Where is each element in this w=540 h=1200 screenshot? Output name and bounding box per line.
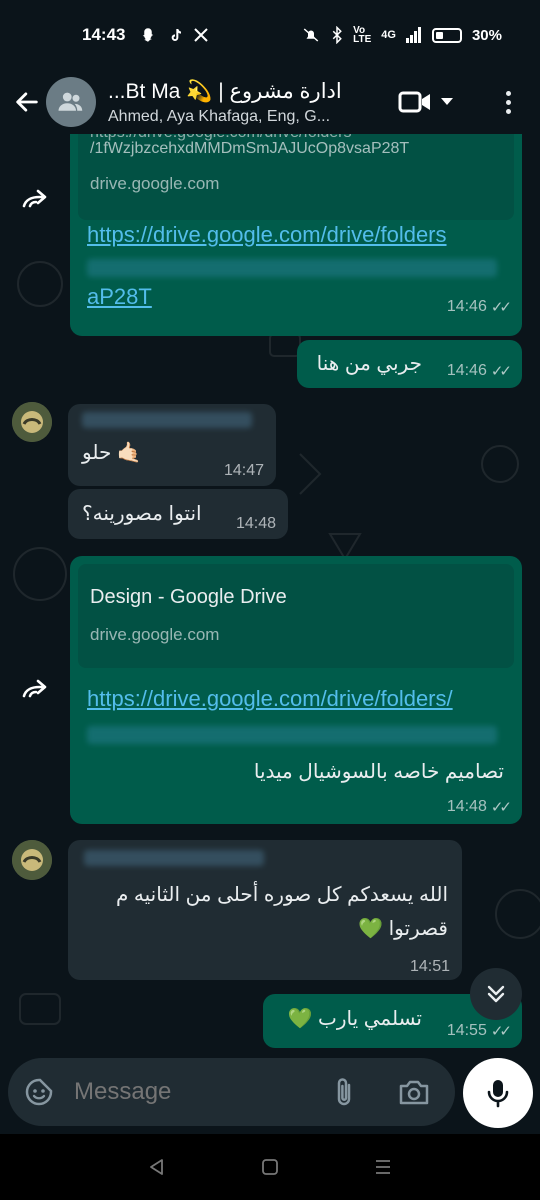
message-link[interactable]: https://drive.google.com/drive/folders/ <box>87 686 453 712</box>
message-meta: 14:46 ✓✓ <box>446 362 512 380</box>
tiktok-icon <box>172 29 182 41</box>
message-time: 14:51 <box>409 958 450 975</box>
chat-area[interactable]: https://drive.google.com/drive/folders /… <box>0 134 540 1058</box>
link-preview[interactable]: Design - Google Drive drive.google.com <box>78 564 514 668</box>
group-icon <box>58 92 83 111</box>
chat-info[interactable]: ادارة مشروع | 💫 Bt Ma... Ahmed, Aya Khaf… <box>108 79 378 126</box>
forward-button[interactable] <box>16 669 56 709</box>
preview-url-line: /1fWzjbzcehxdMMDmSmJAJUcOp8vsaP28T <box>90 140 410 157</box>
message-time: 14:48 <box>235 515 276 532</box>
mute-icon <box>303 28 319 42</box>
volte-icon: Vo LTE <box>353 25 372 45</box>
message-bubble-incoming[interactable]: الله يسعدكم كل صوره أحلى من الثانيه م قص… <box>68 840 462 980</box>
dot-icon <box>505 99 511 105</box>
message-text: تصاميم خاصه بالسوشيال ميديا <box>253 761 504 783</box>
message-meta: 14:55 ✓✓ <box>446 1022 512 1040</box>
nav-home-icon[interactable] <box>260 1157 280 1177</box>
network-type: 4G <box>381 29 396 41</box>
sender-avatar[interactable] <box>12 402 52 442</box>
message-meta: 14:47 <box>224 462 264 480</box>
message-meta: 14:48 ✓✓ <box>446 798 512 816</box>
message-text: الله يسعدكم كل صوره أحلى من الثانيه م قص… <box>115 884 448 940</box>
sender-name-blurred <box>84 850 264 866</box>
battery-percent: 30% <box>471 26 502 44</box>
message-link[interactable]: https://drive.google.com/drive/folders <box>87 222 447 248</box>
message-bubble-incoming[interactable]: حلو 🤙🏻 14:47 <box>68 404 276 486</box>
double-chevron-down-icon <box>487 985 505 1003</box>
battery-icon <box>431 27 462 43</box>
microphone-icon <box>487 1080 509 1108</box>
message-text: تسلمي يارب 💚 <box>287 1008 422 1030</box>
paperclip-icon <box>337 1078 351 1106</box>
message-text: انتوا مصورينه؟ <box>82 503 202 525</box>
camera-button[interactable] <box>394 1074 434 1110</box>
sticker-smiley-icon <box>25 1078 53 1106</box>
snapchat-icon <box>143 28 154 42</box>
status-time: 14:43 <box>82 25 126 44</box>
nav-recents-icon[interactable] <box>373 1157 393 1177</box>
forward-button[interactable] <box>16 179 56 219</box>
message-composer[interactable] <box>8 1058 455 1126</box>
preview-domain: drive.google.com <box>90 174 220 193</box>
preview-title: Design - Google Drive <box>90 586 287 608</box>
chat-title: ادارة مشروع | 💫 Bt Ma... <box>108 79 342 103</box>
group-avatar[interactable] <box>46 77 96 127</box>
preview-domain: drive.google.com <box>90 625 220 644</box>
forward-icon <box>22 189 47 208</box>
signal-icon <box>405 27 421 43</box>
sender-avatar[interactable] <box>12 840 52 880</box>
sender-name-blurred <box>82 412 252 428</box>
read-ticks-icon: ✓✓ <box>490 299 512 316</box>
dot-icon <box>505 108 511 114</box>
arrow-left-icon <box>16 92 38 112</box>
back-button[interactable] <box>4 79 50 125</box>
read-ticks-icon: ✓✓ <box>490 1023 512 1040</box>
message-bubble-outgoing[interactable]: https://drive.google.com/drive/folders /… <box>70 134 522 336</box>
message-text: حلو 🤙🏻 <box>82 442 142 464</box>
chat-header: ادارة مشروع | 💫 Bt Ma... Ahmed, Aya Khaf… <box>0 70 540 134</box>
message-bubble-outgoing[interactable]: Design - Google Drive drive.google.com h… <box>70 556 522 824</box>
blurred-link-text <box>87 726 497 744</box>
avatar-image-icon <box>12 840 52 880</box>
message-time: 14:46 <box>446 298 487 315</box>
emoji-button[interactable] <box>22 1075 56 1109</box>
forward-icon <box>22 679 47 698</box>
attach-button[interactable] <box>326 1074 362 1110</box>
message-text: جربي من هنا <box>316 353 422 375</box>
message-meta: 14:51 <box>410 958 450 976</box>
video-call-button[interactable] <box>398 89 454 115</box>
nav-back-icon[interactable] <box>147 1157 167 1177</box>
message-time: 14:46 <box>446 362 487 379</box>
chat-participants: Ahmed, Aya Khafaga, Eng, G... <box>108 107 331 125</box>
input-bar <box>0 1058 540 1134</box>
voice-record-button[interactable] <box>463 1058 533 1128</box>
status-app-icons <box>139 26 209 44</box>
more-options-button[interactable] <box>498 84 518 120</box>
bluetooth-icon <box>332 26 342 44</box>
status-system-icons: Vo LTE 4G 30% <box>301 25 502 45</box>
message-time: 14:47 <box>223 462 264 479</box>
blurred-link-text <box>87 259 497 277</box>
system-nav-bar <box>0 1134 540 1200</box>
message-link-end[interactable]: aP28T <box>87 284 152 310</box>
status-bar: 14:43 Vo LTE 4G 30% <box>0 0 540 70</box>
caret-down-icon <box>441 98 453 105</box>
scroll-to-bottom-button[interactable] <box>470 968 522 1020</box>
message-meta: 14:48 <box>236 515 276 533</box>
message-time: 14:48 <box>446 798 487 815</box>
x-icon <box>194 28 209 42</box>
message-bubble-incoming[interactable]: انتوا مصورينه؟ 14:48 <box>68 489 288 539</box>
link-preview[interactable]: https://drive.google.com/drive/folders /… <box>78 134 514 220</box>
avatar-image-icon <box>12 402 52 442</box>
message-input[interactable] <box>74 1078 324 1106</box>
video-camera-icon <box>398 91 430 113</box>
message-bubble-outgoing[interactable]: جربي من هنا 14:46 ✓✓ <box>297 340 522 388</box>
read-ticks-icon: ✓✓ <box>490 799 512 816</box>
message-time: 14:55 <box>446 1022 487 1039</box>
read-ticks-icon: ✓✓ <box>490 363 512 380</box>
dot-icon <box>505 90 511 96</box>
message-meta: 14:46 ✓✓ <box>446 298 512 316</box>
camera-icon <box>399 1080 429 1105</box>
